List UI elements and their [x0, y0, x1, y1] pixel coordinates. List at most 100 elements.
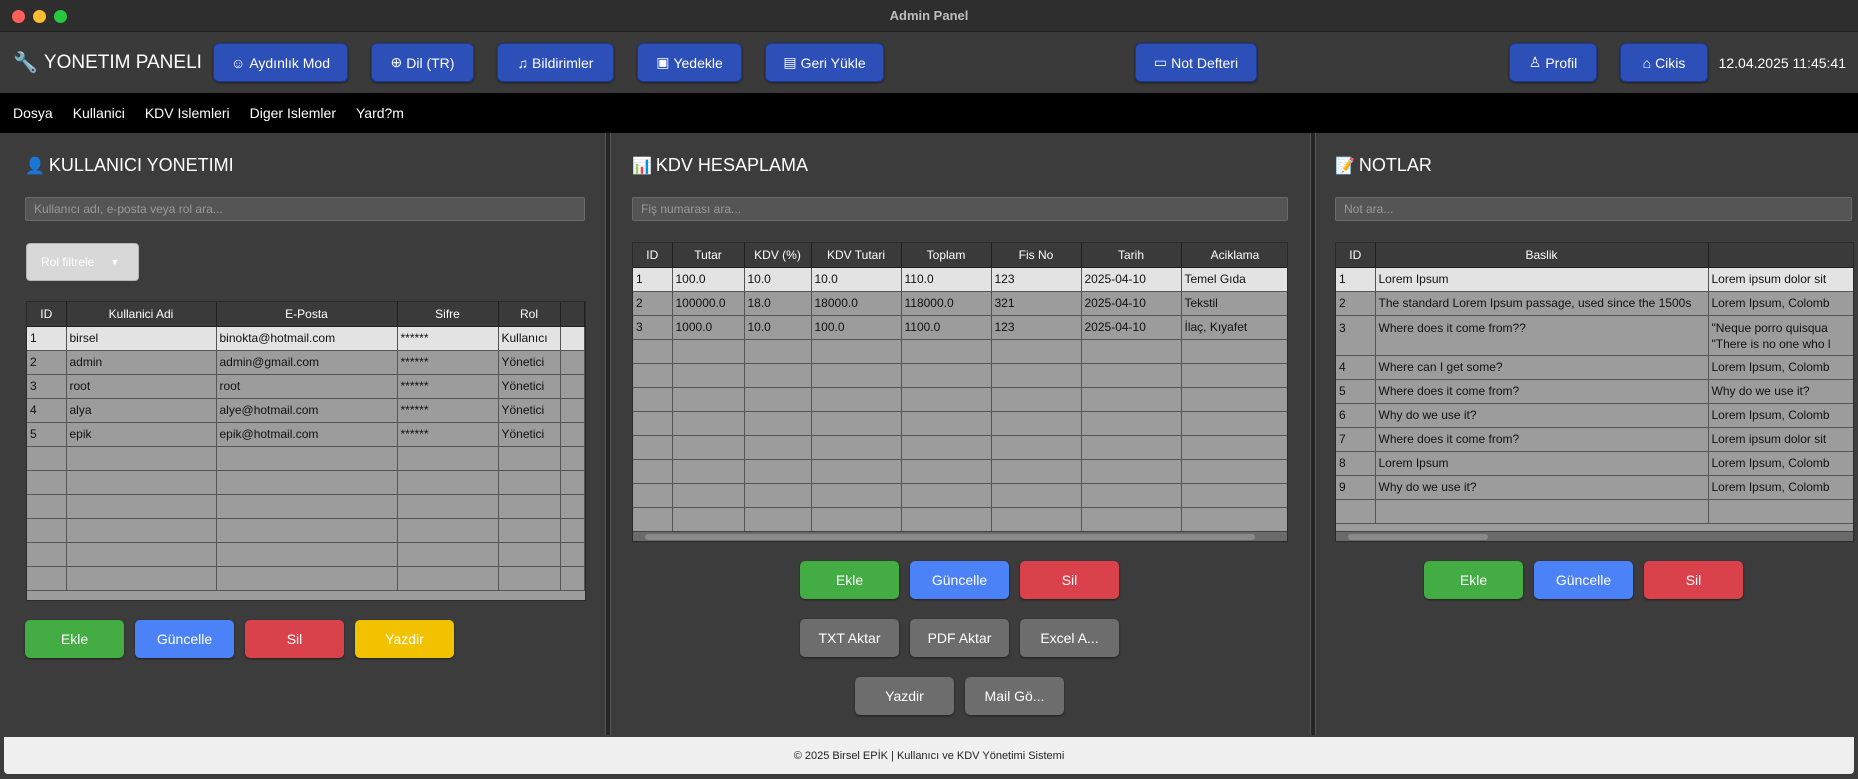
table-row[interactable]: 7 Where does it come from? Lorem ipsum dol… [1336, 427, 1853, 452]
table-row[interactable]: 2 admin admin@gmail.com ****** Yönetici [27, 350, 585, 375]
role-filter-label: Rol filtrele [41, 255, 95, 269]
light-mode-button[interactable]: ☺ Aydınlık Mod [213, 43, 348, 82]
send-mail-button[interactable]: Mail Gö... [965, 677, 1064, 715]
table-row[interactable]: 3 Where does it come from?? "Neque porro q… [1336, 315, 1853, 356]
logout-button[interactable]: ⌂ Cikis [1620, 43, 1708, 82]
export-txt-button[interactable]: TXT Aktar [800, 619, 899, 657]
update-kdv-button[interactable]: Güncelle [910, 561, 1009, 599]
language-button[interactable]: ⊕ Dil (TR) [371, 43, 474, 82]
table-row[interactable]: 1 Lorem Ipsum Lorem ipsum dolor sit [1336, 267, 1853, 292]
table-row[interactable]: 1 100.0 10.0 10.0 110.0 123 2025-04-10 Temel Gı… [633, 267, 1287, 292]
print-kdv-button[interactable]: Yazdir [855, 677, 954, 715]
cell: 2025-04-10 [1081, 291, 1182, 316]
minimize-window-button[interactable] [33, 10, 46, 23]
notepad-icon: ▭ [1153, 54, 1168, 70]
receipt-search-input[interactable]: Fiş numarası ara... [632, 197, 1288, 221]
notes-search-input[interactable]: Not ara... [1335, 197, 1852, 221]
cell: 4 [1336, 355, 1376, 380]
column-header[interactable]: ID [1336, 243, 1376, 268]
cell: 100.0 [811, 315, 902, 340]
table-row[interactable]: 6 Why do we use it? Lorem Ipsum, Colomb [1336, 403, 1853, 428]
add-note-button[interactable]: Ekle [1424, 561, 1523, 599]
cell: 1000.0 [672, 315, 745, 340]
add-user-button[interactable]: Ekle [25, 620, 124, 658]
cell: 5 [27, 422, 67, 447]
cell: 1 [27, 326, 67, 351]
cell: 5 [1336, 379, 1376, 404]
table-row[interactable]: 3 root root ****** Yönetici [27, 374, 585, 399]
column-header[interactable]: Toplam [901, 243, 992, 268]
menu-diger-islemler[interactable]: Diger Islemler [250, 105, 336, 121]
table-row[interactable]: 2 100000.0 18.0 18000.0 118000.0 321 2025-04-1… [633, 291, 1287, 316]
cell: Why do we use it? [1375, 475, 1709, 500]
table-row[interactable]: 3 1000.0 10.0 100.0 1100.0 123 2025-04-10 İlaç,… [633, 315, 1287, 340]
update-user-button[interactable]: Güncelle [135, 620, 234, 658]
cell: 123 [991, 267, 1082, 292]
delete-user-button[interactable]: Sil [245, 620, 344, 658]
column-header[interactable]: ID [633, 243, 673, 268]
cell: 18.0 [744, 291, 812, 316]
language-label: Dil (TR) [406, 54, 455, 71]
table-row[interactable]: 9 Why do we use it? Lorem Ipsum, Colomb [1336, 475, 1853, 500]
column-header[interactable]: Baslik [1375, 243, 1709, 268]
column-header[interactable]: Aciklama [1181, 243, 1287, 268]
add-kdv-button[interactable]: Ekle [800, 561, 899, 599]
table-row[interactable]: 2 The standard Lorem Ipsum passage, used … [1336, 291, 1853, 316]
cell: Kullanıcı [498, 326, 561, 351]
delete-note-button[interactable]: Sil [1644, 561, 1743, 599]
notepad-button[interactable]: ▭ Not Defteri [1135, 43, 1257, 82]
role-filter-dropdown[interactable]: Rol filtrele ▼ [26, 243, 139, 281]
notes-table-header: ID Baslik [1336, 243, 1853, 268]
user-search-input[interactable]: Kullanıcı adı, e-posta veya rol ara... [25, 197, 585, 221]
export-excel-button[interactable]: Excel A... [1020, 619, 1119, 657]
users-panel-title: 👤 KULLANICI YONETIMI [25, 155, 234, 176]
restore-button[interactable]: ▤ Geri Yükle [765, 43, 884, 82]
export-pdf-button[interactable]: PDF Aktar [910, 619, 1009, 657]
table-row[interactable]: 4 Where can I get some? Lorem Ipsum, Colom… [1336, 355, 1853, 380]
column-header[interactable]: ID [27, 302, 67, 327]
close-window-button[interactable] [12, 10, 25, 23]
cell: Why do we use it? [1375, 403, 1709, 428]
empty-row [27, 566, 585, 591]
column-header[interactable]: Sifre [397, 302, 499, 327]
column-header[interactable]: KDV Tutari [811, 243, 902, 268]
column-header[interactable]: KDV (%) [744, 243, 812, 268]
cell: 9 [1336, 475, 1376, 500]
scrollbar-thumb[interactable] [1348, 534, 1488, 540]
column-header[interactable]: Fis No [991, 243, 1082, 268]
cell: Yönetici [498, 350, 561, 375]
cell: Yönetici [498, 398, 561, 423]
cell: Lorem Ipsum, Colomb [1708, 451, 1853, 476]
save-icon: ▣ [656, 54, 670, 70]
table-row[interactable]: 1 birsel binokta@hotmail.com ****** Kullanıc… [27, 326, 585, 351]
notes-horizontal-scrollbar[interactable] [1336, 531, 1853, 541]
notifications-button[interactable]: ♫ Bildirimler [497, 43, 614, 82]
table-row[interactable]: 8 Lorem Ipsum Lorem Ipsum, Colomb [1336, 451, 1853, 476]
column-header[interactable]: Tutar [672, 243, 745, 268]
table-row[interactable]: 4 alya alye@hotmail.com ****** Yönetici [27, 398, 585, 423]
column-header[interactable]: Tarih [1081, 243, 1182, 268]
table-row[interactable]: 5 Where does it come from? Why do we use i… [1336, 379, 1853, 404]
column-header[interactable]: Rol [498, 302, 561, 327]
menu-dosya[interactable]: Dosya [13, 105, 53, 121]
column-header[interactable]: Kullanici Adi [66, 302, 217, 327]
menu-kullanici[interactable]: Kullanici [73, 105, 125, 121]
scrollbar-thumb[interactable] [645, 534, 1255, 540]
cell: birsel [66, 326, 217, 351]
kdv-horizontal-scrollbar[interactable] [633, 531, 1287, 541]
cell: 100.0 [672, 267, 745, 292]
update-note-button[interactable]: Güncelle [1534, 561, 1633, 599]
chart-icon: 📊 [632, 157, 652, 175]
backup-button[interactable]: ▣ Yedekle [637, 43, 742, 82]
column-header[interactable] [1708, 243, 1853, 268]
menu-yardim[interactable]: Yard?m [356, 105, 404, 121]
maximize-window-button[interactable] [54, 10, 67, 23]
column-header[interactable]: E-Posta [216, 302, 398, 327]
table-row[interactable]: 5 epik epik@hotmail.com ****** Yönetici [27, 422, 585, 447]
menu-kdv-islemleri[interactable]: KDV Islemleri [145, 105, 230, 121]
admin-window: Admin Panel 🔧 YONETIM PANELI ☺ Aydınlık M… [0, 0, 1858, 779]
profile-button[interactable]: ♙ Profil [1509, 43, 1597, 82]
notifications-label: Bildirimler [532, 54, 594, 71]
print-users-button[interactable]: Yazdir [355, 620, 454, 658]
delete-kdv-button[interactable]: Sil [1020, 561, 1119, 599]
